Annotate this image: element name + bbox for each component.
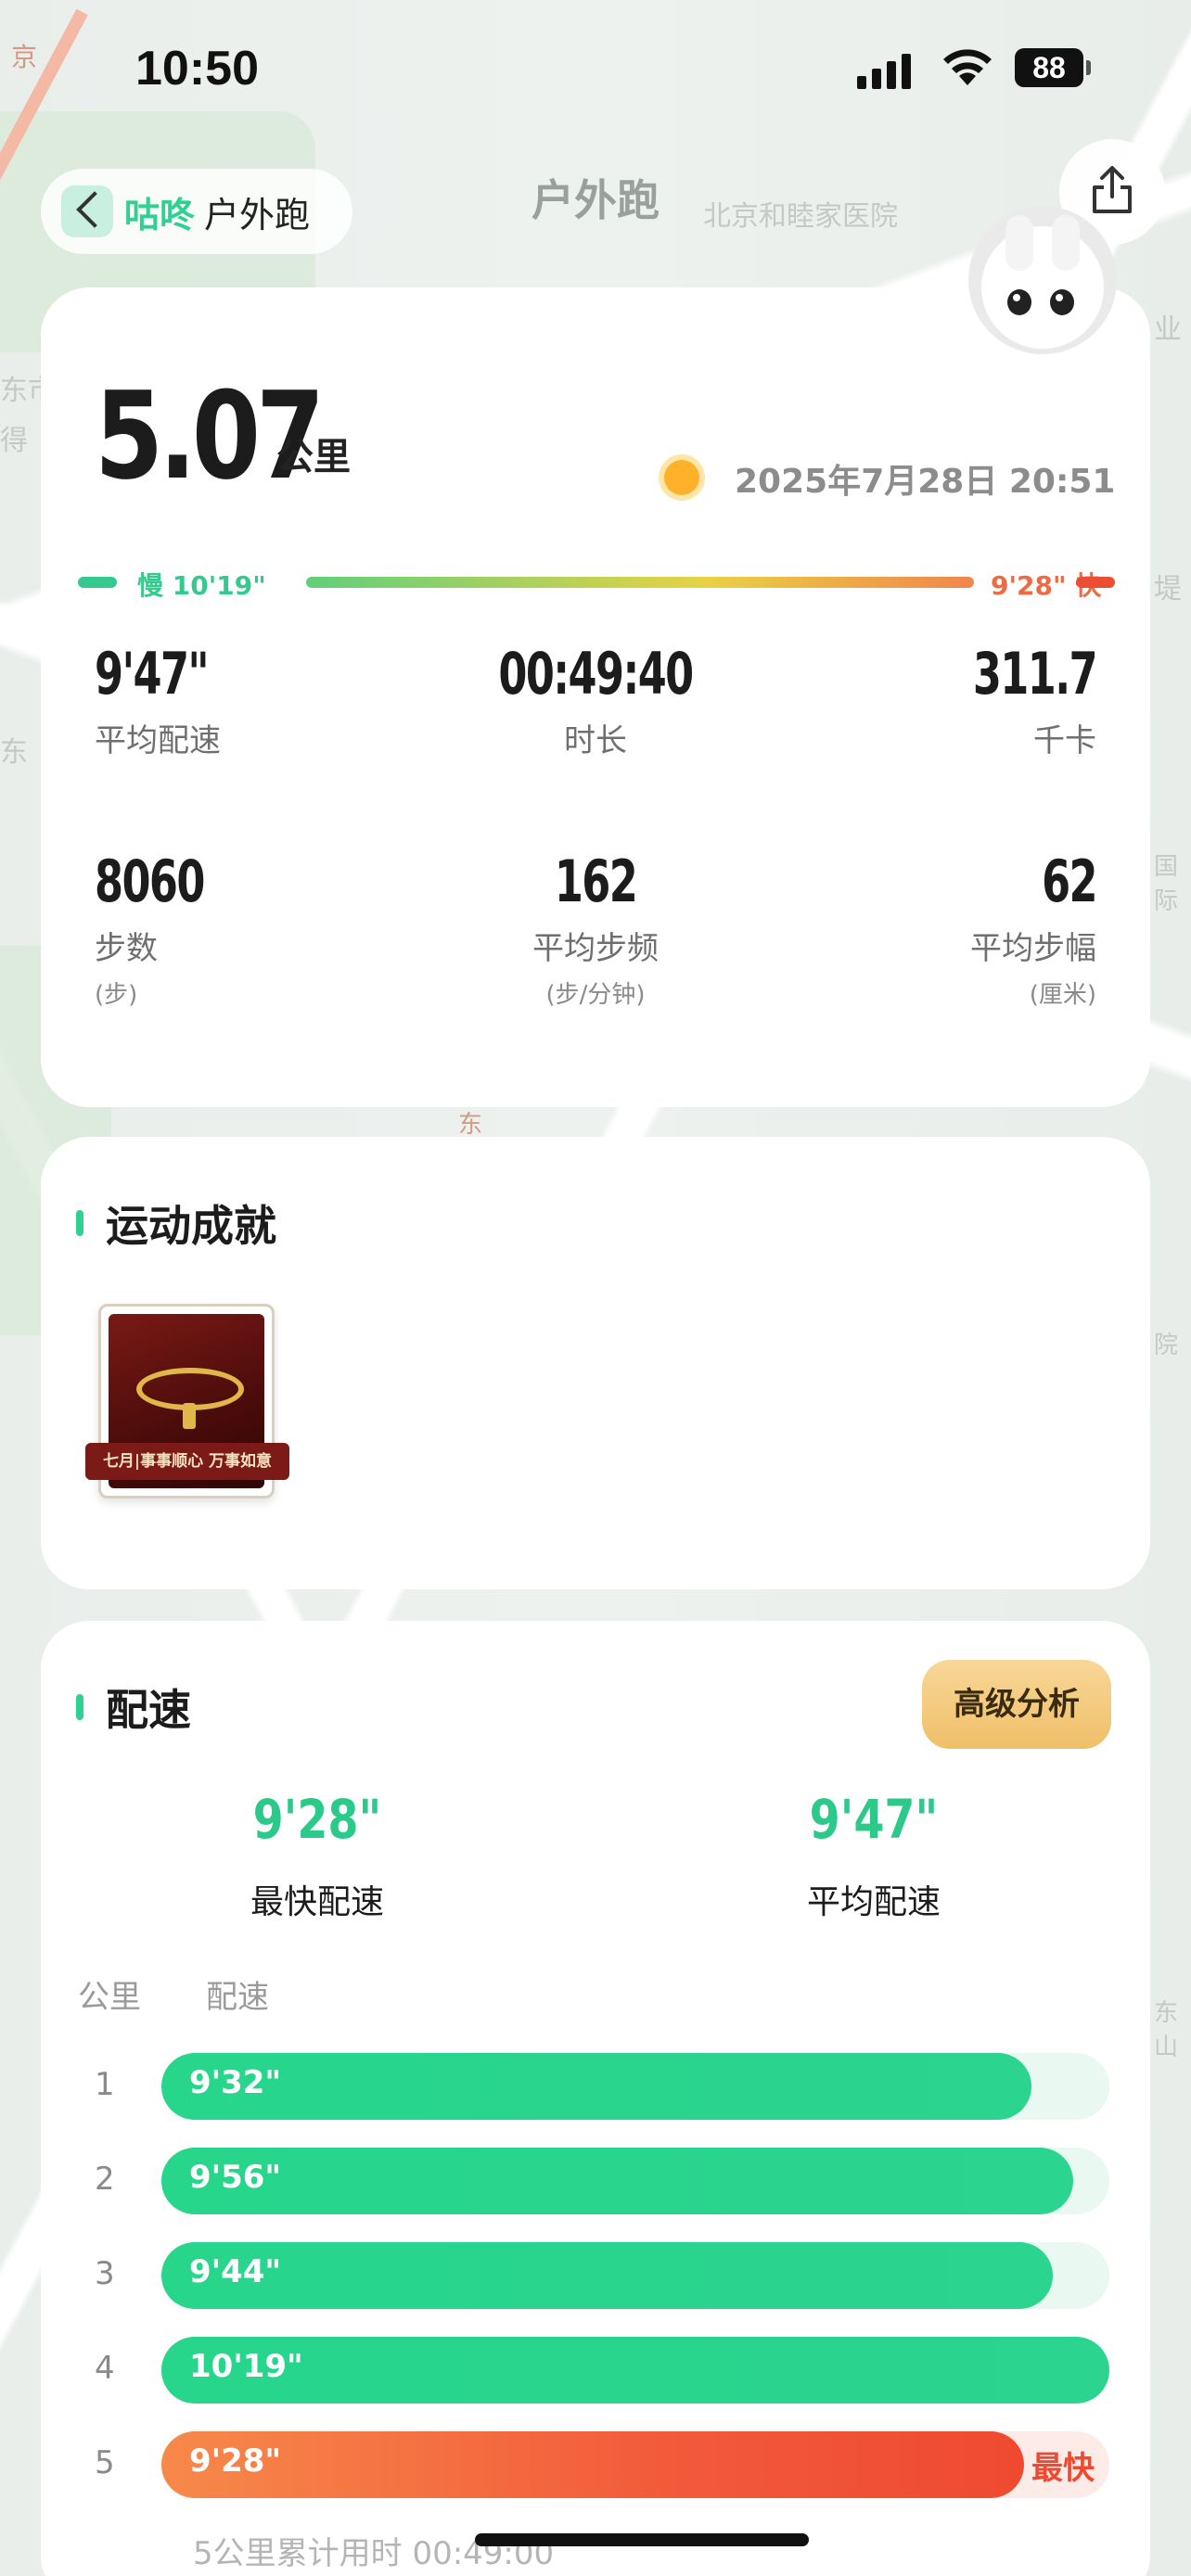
split-bar — [161, 2242, 1053, 2309]
stat-duration: 00:49:40 时长 — [429, 640, 762, 760]
stat-calories: 311.7 千卡 — [762, 640, 1098, 760]
stat-unit: (厘米) — [1029, 981, 1096, 1009]
split-bar — [161, 2148, 1073, 2214]
stat-steps: 8060 步数 (步) — [95, 848, 429, 1010]
stat-value: 00:49:40 — [498, 640, 694, 708]
map-label: 得 — [0, 425, 28, 457]
section-accent-bar — [76, 1694, 83, 1720]
pace-card: 配速 高级分析 9'28" 最快配速 9'47" 平均配速 公里 配速 1 9'3… — [41, 1621, 1150, 2576]
split-km: 4 — [95, 2350, 115, 2387]
fastest-tag: 最快 — [1031, 2450, 1095, 2487]
run-date: 2025年7月28日 20:51 — [735, 463, 1116, 501]
stat-value: 162 — [554, 848, 638, 915]
achievements-title: 运动成就 — [106, 1201, 276, 1251]
split-bar — [161, 2337, 1109, 2404]
stat-unit: (步) — [95, 981, 138, 1009]
split-pace: 10'19" — [189, 2348, 303, 2385]
column-header-km: 公里 — [78, 1979, 141, 2016]
split-pace: 9'28" — [189, 2442, 282, 2480]
split-row: 2 9'56" — [41, 2144, 1150, 2218]
stat-label: 时长 — [564, 722, 627, 759]
achievements-card: 运动成就 七月|事事顺心 万事如意 — [41, 1137, 1150, 1589]
split-km: 1 — [95, 2066, 115, 2103]
stat-label: 步数 — [95, 930, 158, 967]
home-indicator[interactable] — [475, 2533, 809, 2546]
sun-weather-icon — [664, 460, 699, 495]
stat-unit: (步/分钟) — [545, 981, 646, 1009]
pace-title: 配速 — [106, 1685, 191, 1735]
stat-value: 62 — [1042, 848, 1098, 915]
column-header-pace: 配速 — [206, 1979, 269, 2016]
average-pace-value: 9'47" — [809, 1788, 939, 1851]
status-bar: 10:50 88 — [0, 0, 1191, 139]
map-label: 东 — [458, 1111, 483, 1139]
split-row: 3 9'44" — [41, 2238, 1150, 2313]
battery-icon: 88 — [1015, 48, 1091, 87]
slow-indicator — [78, 577, 117, 588]
split-km: 5 — [95, 2444, 115, 2481]
average-pace: 9'47" 平均配速 — [642, 1788, 1106, 1923]
status-time: 10:50 — [135, 42, 259, 96]
fastest-pace: 9'28" 最快配速 — [85, 1788, 549, 1923]
stat-value: 9'47" — [95, 640, 210, 708]
stat-cadence: 162 平均步频 (步/分钟) — [429, 848, 762, 1010]
pace-gradient-bar — [306, 577, 974, 588]
avatar-ear — [1005, 215, 1033, 271]
split-row: 1 9'32" — [41, 2049, 1150, 2123]
stat-value: 8060 — [95, 848, 205, 915]
stat-avg-pace: 9'47" 平均配速 — [95, 640, 429, 760]
pace-range-legend: 慢 10'19" 9'28" 快 — [78, 564, 1115, 601]
medal-caption: 七月|事事顺心 万事如意 — [85, 1443, 289, 1480]
map-label: 东山 — [1154, 1999, 1179, 2061]
avatar-eye — [1050, 289, 1074, 315]
stat-value: 311.7 — [972, 640, 1098, 708]
split-bar — [161, 2431, 1024, 2498]
stat-label: 平均配速 — [95, 722, 221, 759]
slow-pace-label: 慢 10'19" — [137, 570, 266, 601]
map-label: 堤 — [1154, 573, 1182, 606]
map-label: 国际 — [1154, 853, 1179, 915]
distance-unit: 公里 — [276, 436, 351, 478]
avatar-ear — [1052, 215, 1080, 271]
split-pace: 9'44" — [189, 2253, 282, 2290]
share-icon — [1093, 166, 1132, 213]
achievement-medal[interactable]: 七月|事事顺心 万事如意 — [85, 1304, 289, 1504]
average-pace-label: 平均配速 — [806, 1883, 941, 1921]
charm-icon — [183, 1403, 196, 1429]
map-label: 院 — [1154, 1332, 1179, 1359]
fast-indicator — [1076, 577, 1115, 588]
split-row: 5 9'28" 最快 — [41, 2428, 1150, 2502]
map-label: 业 — [1154, 313, 1182, 346]
wifi-icon — [943, 49, 992, 85]
section-accent-bar — [76, 1210, 83, 1236]
stat-label: 平均步频 — [532, 930, 659, 967]
map-label: 东 — [0, 736, 28, 769]
summary-card: 5.07 公里 2025年7月28日 20:51 慢 10'19" 9'28" … — [41, 287, 1150, 1107]
avatar-eye — [1007, 289, 1031, 315]
split-pace: 9'56" — [189, 2159, 282, 2196]
split-km: 3 — [95, 2255, 115, 2292]
fastest-pace-value: 9'28" — [252, 1788, 382, 1851]
split-pace: 9'32" — [189, 2064, 282, 2101]
stat-stride: 62 平均步幅 (厘米) — [762, 848, 1098, 1010]
stat-label: 千卡 — [1033, 722, 1096, 759]
advanced-analysis-button[interactable]: 高级分析 — [922, 1660, 1111, 1749]
pace-header: 配速 — [76, 1677, 191, 1738]
split-km: 2 — [95, 2161, 115, 2198]
split-bar — [161, 2053, 1031, 2120]
split-row: 4 10'19" — [41, 2333, 1150, 2407]
mascot-avatar[interactable] — [968, 206, 1117, 354]
stat-label: 平均步幅 — [970, 930, 1096, 967]
achievements-header: 运动成就 — [76, 1192, 276, 1254]
fastest-pace-label: 最快配速 — [250, 1883, 384, 1921]
cellular-signal-icon — [857, 52, 911, 89]
